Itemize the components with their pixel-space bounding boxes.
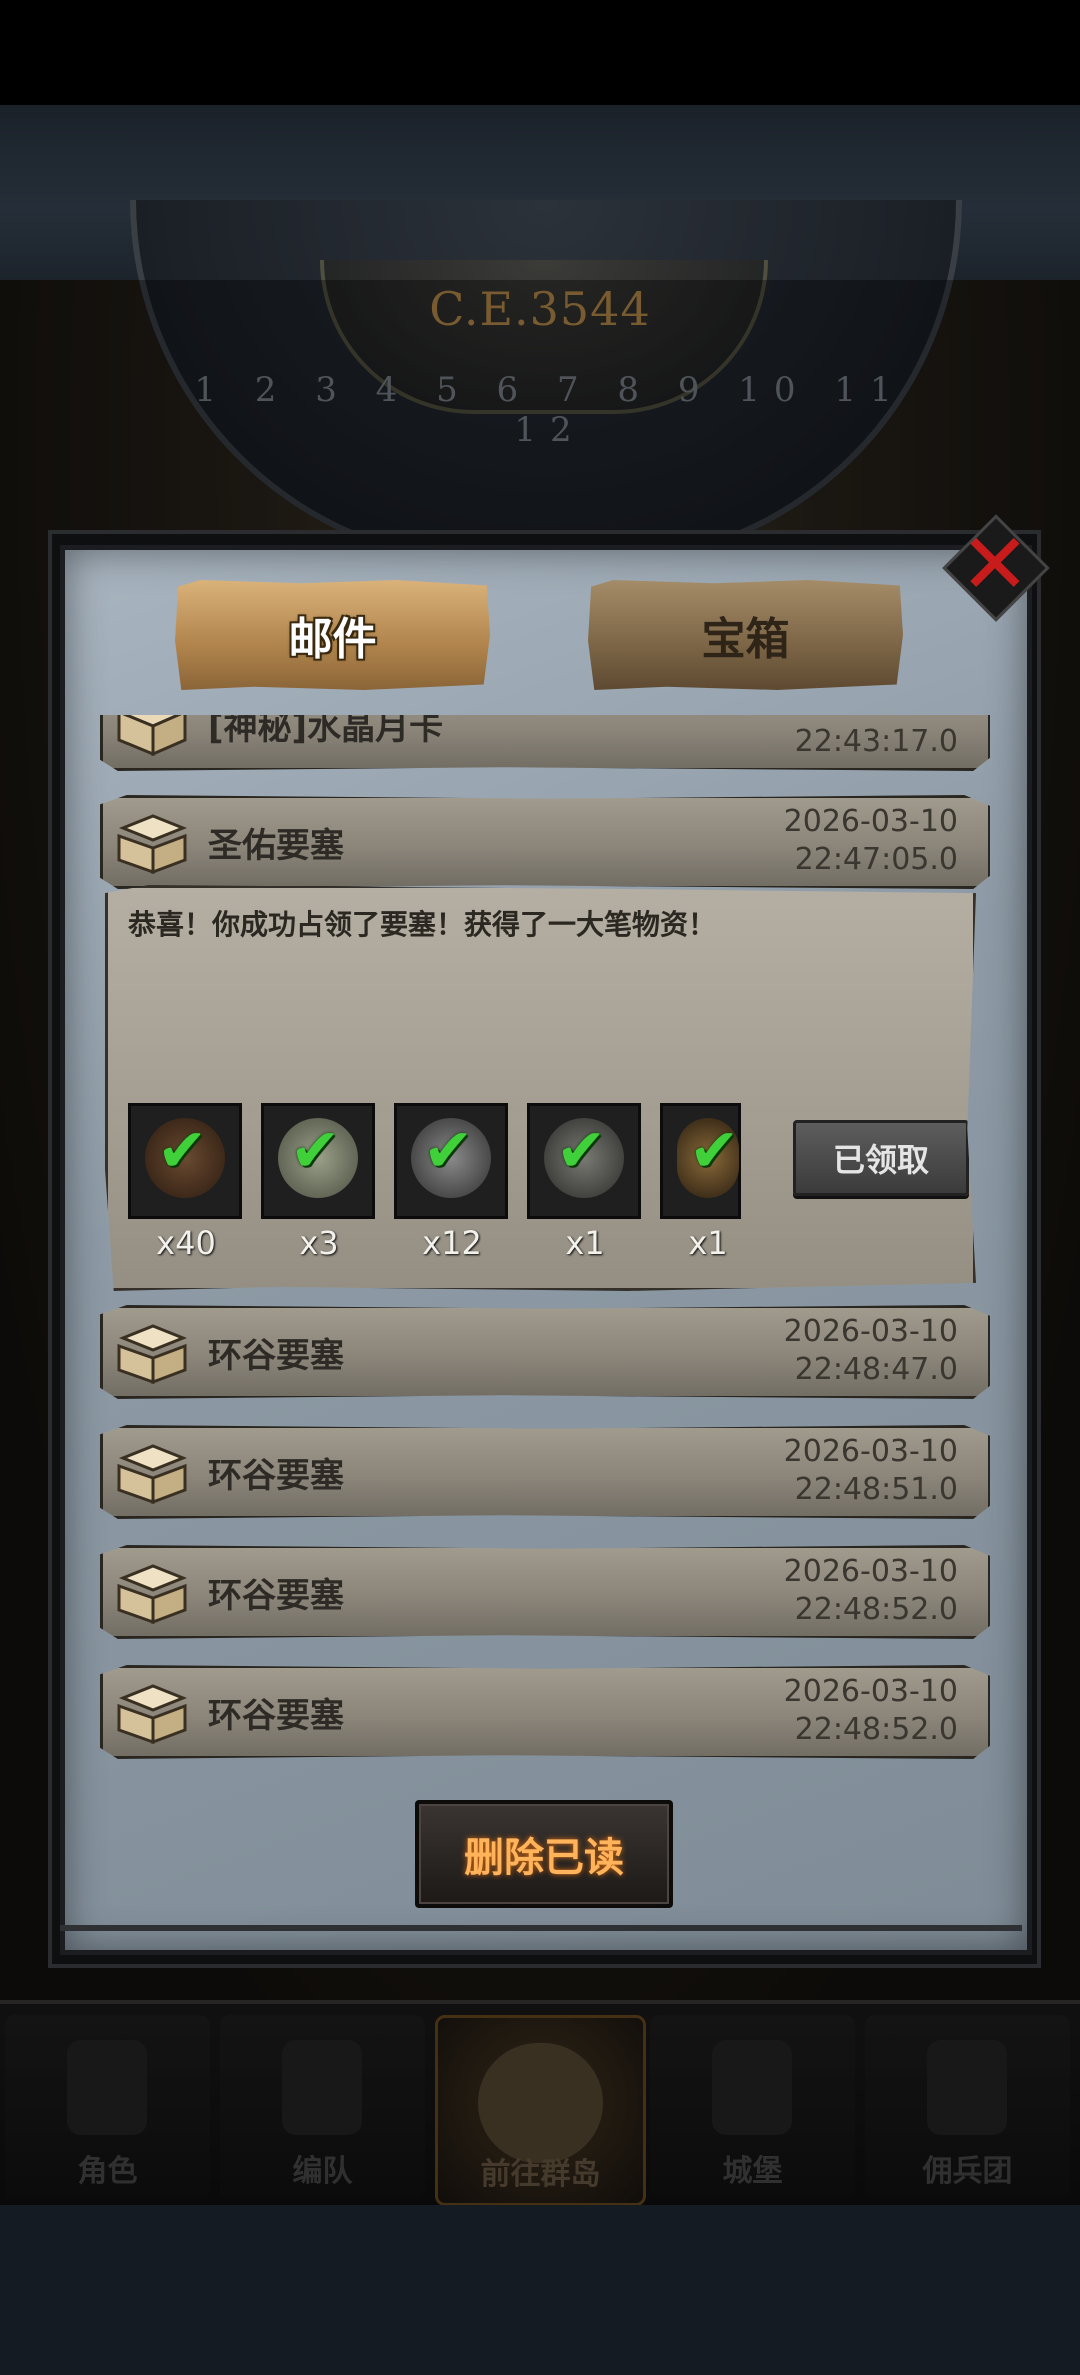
item-quantity: x1 (688, 1224, 728, 1262)
divider (60, 1925, 1022, 1931)
mail-date: 2026-03-10 (783, 1674, 958, 1709)
tab-chest[interactable]: 宝箱 (588, 580, 903, 690)
tab-label: 邮件 (288, 614, 377, 665)
mail-message: 恭喜！你成功占领了要塞！获得了一大笔物资！ (128, 908, 717, 941)
check-icon: ✔ (290, 1116, 341, 1186)
mail-row[interactable]: 环谷要塞 2026-03-10 22:48:47.0 (100, 1305, 990, 1399)
mail-title: 环谷要塞 (208, 1576, 344, 1616)
reward-item[interactable]: ✔ x40 (128, 1103, 242, 1262)
chest-icon (117, 1324, 188, 1385)
bottom-band (0, 2205, 1080, 2375)
reward-item[interactable]: ✔ x1 (527, 1103, 641, 1262)
chest-icon (117, 1444, 188, 1505)
item-quantity: x40 (156, 1224, 216, 1262)
chest-icon (117, 1564, 188, 1625)
mail-title: 圣佑要塞 (208, 826, 344, 866)
chest-icon (115, 715, 189, 757)
delete-read-button[interactable]: 删除已读 (415, 1800, 673, 1908)
mail-date: 2026-03-10 (783, 1554, 958, 1589)
reward-item[interactable]: ✔ x3 (261, 1103, 375, 1262)
mail-title: 环谷要塞 (208, 1696, 344, 1736)
item-quantity: x1 (565, 1224, 605, 1262)
mail-title: 环谷要塞 (208, 1456, 344, 1496)
mail-time: 22:48:52.0 (794, 1712, 958, 1747)
mail-time: 22:43:17.0 (794, 724, 958, 759)
check-icon: ✔ (157, 1116, 208, 1186)
mail-row[interactable]: 环谷要塞 2026-03-10 22:48:52.0 (100, 1665, 990, 1759)
close-icon: ✕ (959, 515, 1031, 613)
mail-row[interactable]: [神秘]水晶月卡 22:43:17.0 (100, 715, 990, 771)
mail-time: 22:48:51.0 (794, 1472, 958, 1507)
mail-title: [神秘]水晶月卡 (208, 715, 444, 748)
check-icon: ✔ (423, 1116, 474, 1186)
reward-item[interactable]: ✔ x1 (660, 1103, 741, 1262)
mail-time: 22:47:05.0 (794, 842, 958, 877)
check-icon: ✔ (556, 1116, 607, 1186)
check-icon: ✔ (689, 1116, 740, 1186)
chest-icon (117, 1684, 188, 1745)
tab-label: 宝箱 (701, 614, 790, 665)
mail-row-expanded[interactable]: 圣佑要塞 2026-03-10 22:47:05.0 (100, 795, 990, 889)
mail-row[interactable]: 环谷要塞 2026-03-10 22:48:51.0 (100, 1425, 990, 1519)
reward-item[interactable]: ✔ x12 (394, 1103, 508, 1262)
claimed-button[interactable]: 已领取 (793, 1120, 969, 1196)
delete-read-label: 删除已读 (464, 1835, 624, 1881)
close-button[interactable]: ✕ (942, 514, 1050, 622)
tab-mail[interactable]: 邮件 (175, 580, 490, 690)
claimed-label: 已领取 (832, 1141, 929, 1179)
mail-list[interactable]: [神秘]水晶月卡 22:43:17.0 圣佑要塞 2026-03-10 22:4… (95, 715, 990, 1760)
item-quantity: x12 (422, 1224, 482, 1262)
mail-time: 22:48:47.0 (794, 1352, 958, 1387)
open-chest-icon (117, 814, 188, 875)
mail-time: 22:48:52.0 (794, 1592, 958, 1627)
mail-title: 环谷要塞 (208, 1336, 344, 1376)
mail-date: 2026-03-10 (783, 804, 958, 839)
item-quantity: x3 (299, 1224, 339, 1262)
mail-date: 2026-03-10 (783, 1434, 958, 1469)
mail-body: 恭喜！你成功占领了要塞！获得了一大笔物资！ ✔ x40 ✔ x3 ✔ x12 ✔… (105, 885, 976, 1291)
mail-row[interactable]: 环谷要塞 2026-03-10 22:48:52.0 (100, 1545, 990, 1639)
mail-date: 2026-03-10 (783, 1314, 958, 1349)
status-bar (0, 0, 1080, 105)
